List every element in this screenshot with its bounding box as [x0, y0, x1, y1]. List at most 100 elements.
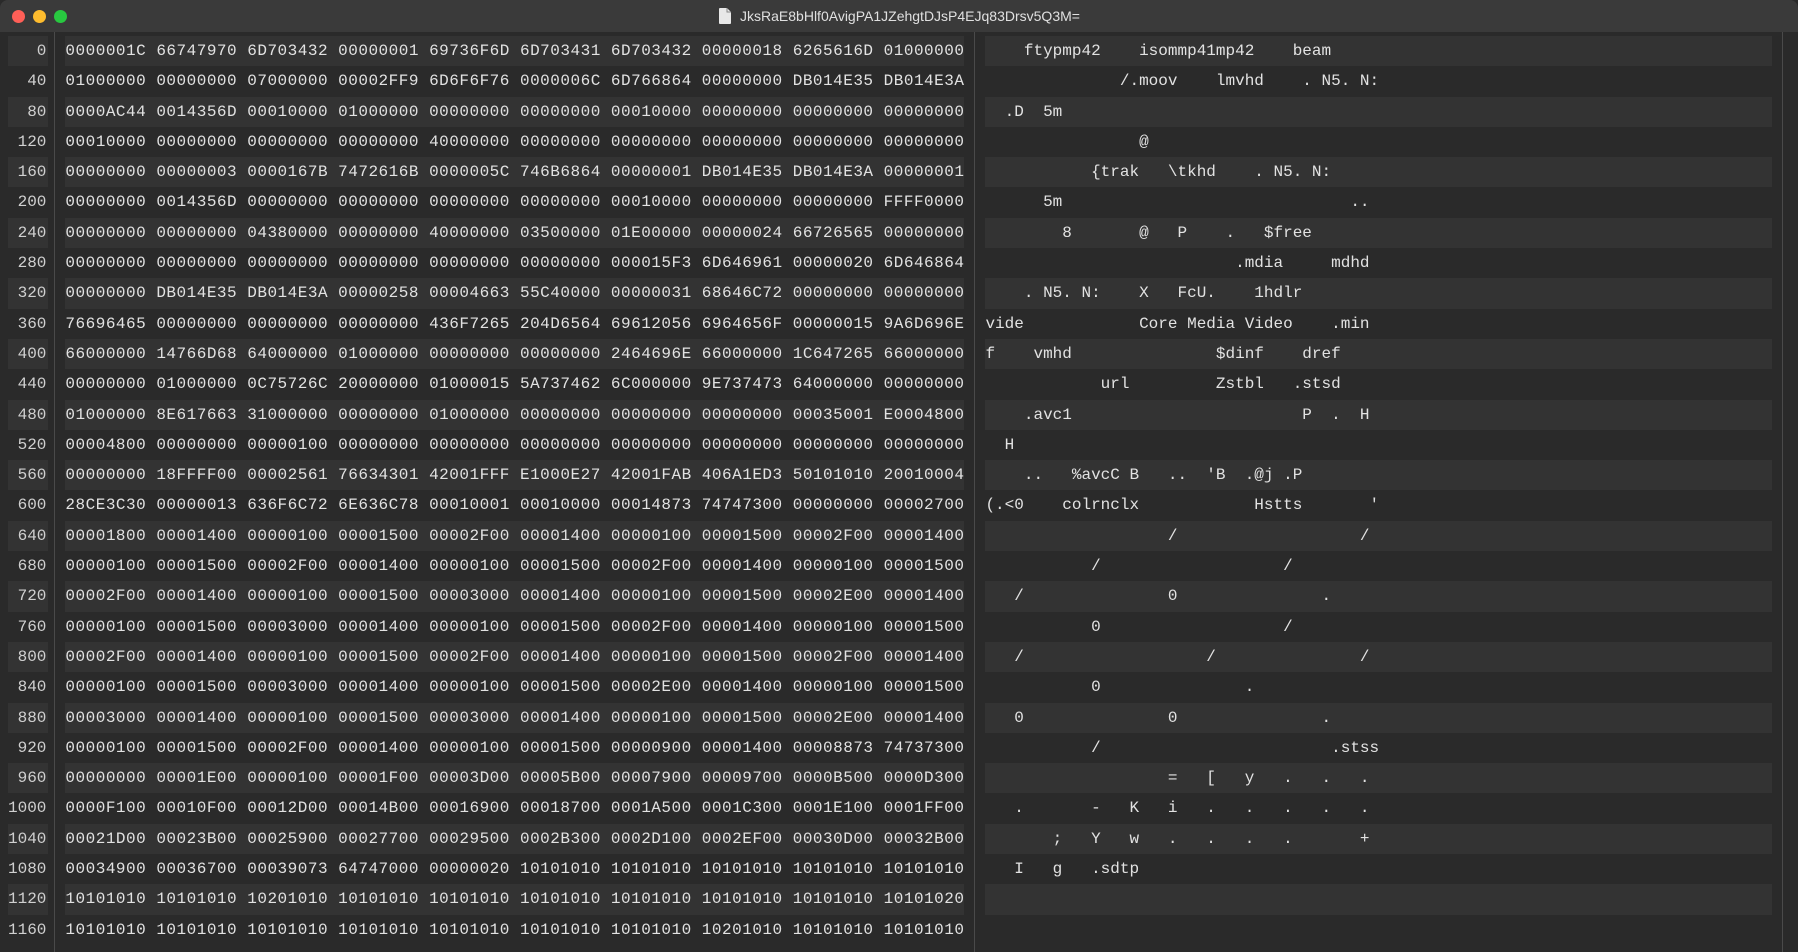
- ascii-row[interactable]: / .stss: [985, 733, 1772, 763]
- offset-cell: 1160: [8, 915, 48, 945]
- hex-row[interactable]: 00021D00 00023B00 00025900 00027700 0002…: [65, 824, 964, 854]
- title-center: JksRaE8bHlf0AvigPA1JZehgtDJsP4EJq83Drsv5…: [0, 8, 1798, 24]
- content-area: 0408012016020024028032036040044048052056…: [0, 32, 1798, 952]
- hex-row[interactable]: 0000001C 66747970 6D703432 00000001 6973…: [65, 36, 964, 66]
- offset-cell: 400: [8, 339, 48, 369]
- hex-row[interactable]: 00000000 00000000 00000000 00000000 0000…: [65, 248, 964, 278]
- hex-row[interactable]: 76696465 00000000 00000000 00000000 436F…: [65, 309, 964, 339]
- titlebar[interactable]: JksRaE8bHlf0AvigPA1JZehgtDJsP4EJq83Drsv5…: [0, 0, 1798, 32]
- ascii-row[interactable]: vide Core Media Video .min: [985, 309, 1772, 339]
- ascii-row[interactable]: / /: [985, 521, 1772, 551]
- hex-row[interactable]: 00003000 00001400 00000100 00001500 0000…: [65, 703, 964, 733]
- hex-row[interactable]: 00034900 00036700 00039073 64747000 0000…: [65, 854, 964, 884]
- ascii-row[interactable]: 0 .: [985, 672, 1772, 702]
- offset-cell: 440: [8, 369, 48, 399]
- offset-cell: 360: [8, 309, 48, 339]
- ascii-row[interactable]: [985, 915, 1772, 945]
- hex-row[interactable]: 0000AC44 0014356D 00010000 01000000 0000…: [65, 97, 964, 127]
- hex-row[interactable]: 28CE3C30 00000013 636F6C72 6E636C78 0001…: [65, 490, 964, 520]
- ascii-row[interactable]: ; Y w . . . . +: [985, 824, 1772, 854]
- hex-panel: 0408012016020024028032036040044048052056…: [0, 32, 975, 952]
- ascii-row[interactable]: . N5. N: X FcU. 1hdlr: [985, 278, 1772, 308]
- ascii-row[interactable]: (.<0 colrnclx Hstts ': [985, 490, 1772, 520]
- offset-cell: 680: [8, 551, 48, 581]
- offset-cell: 840: [8, 672, 48, 702]
- hex-row[interactable]: 01000000 00000000 07000000 00002FF9 6D6F…: [65, 66, 964, 96]
- ascii-row[interactable]: 0 0 .: [985, 703, 1772, 733]
- offset-column: 0408012016020024028032036040044048052056…: [0, 32, 55, 952]
- hex-row[interactable]: 00010000 00000000 00000000 00000000 4000…: [65, 127, 964, 157]
- ascii-row[interactable]: /.moov lmvhd . N5. N:: [985, 66, 1772, 96]
- ascii-row[interactable]: 8 @ P . $free: [985, 218, 1772, 248]
- offset-cell: 480: [8, 400, 48, 430]
- hex-row[interactable]: 00000000 01000000 0C75726C 20000000 0100…: [65, 369, 964, 399]
- hex-row[interactable]: 00000100 00001500 00003000 00001400 0000…: [65, 612, 964, 642]
- minimize-button[interactable]: [33, 10, 46, 23]
- hex-row[interactable]: 00000000 0014356D 00000000 00000000 0000…: [65, 187, 964, 217]
- offset-cell: 640: [8, 521, 48, 551]
- offset-cell: 880: [8, 703, 48, 733]
- hex-row[interactable]: 00000100 00001500 00002F00 00001400 0000…: [65, 551, 964, 581]
- offset-cell: 520: [8, 430, 48, 460]
- ascii-row[interactable]: 5m ..: [985, 187, 1772, 217]
- offset-cell: 240: [8, 218, 48, 248]
- ascii-row[interactable]: f vmhd $dinf dref: [985, 339, 1772, 369]
- hex-row[interactable]: 00000000 00000003 0000167B 7472616B 0000…: [65, 157, 964, 187]
- hex-column[interactable]: 0000001C 66747970 6D703432 00000001 6973…: [55, 32, 974, 952]
- ascii-row[interactable]: @: [985, 127, 1772, 157]
- hex-row[interactable]: 00000000 DB014E35 DB014E3A 00000258 0000…: [65, 278, 964, 308]
- ascii-row[interactable]: / 0 .: [985, 581, 1772, 611]
- ascii-row[interactable]: / /: [985, 551, 1772, 581]
- ascii-row[interactable]: ftypmp42 isommp41mp42 beam: [985, 36, 1772, 66]
- window-title: JksRaE8bHlf0AvigPA1JZehgtDJsP4EJq83Drsv5…: [740, 8, 1080, 24]
- offset-cell: 960: [8, 763, 48, 793]
- hex-row[interactable]: 00002F00 00001400 00000100 00001500 0000…: [65, 642, 964, 672]
- hex-row[interactable]: 00000100 00001500 00002F00 00001400 0000…: [65, 733, 964, 763]
- ascii-row[interactable]: [985, 884, 1772, 914]
- offset-cell: 320: [8, 278, 48, 308]
- app-window: JksRaE8bHlf0AvigPA1JZehgtDJsP4EJq83Drsv5…: [0, 0, 1798, 952]
- ascii-row[interactable]: H: [985, 430, 1772, 460]
- offset-cell: 200: [8, 187, 48, 217]
- offset-cell: 40: [8, 66, 48, 96]
- hex-row[interactable]: 00001800 00001400 00000100 00001500 0000…: [65, 521, 964, 551]
- offset-cell: 1080: [8, 854, 48, 884]
- offset-cell: 920: [8, 733, 48, 763]
- hex-row[interactable]: 00004800 00000000 00000100 00000000 0000…: [65, 430, 964, 460]
- ascii-row[interactable]: .avc1 P . H: [985, 400, 1772, 430]
- hex-row[interactable]: 00002F00 00001400 00000100 00001500 0000…: [65, 581, 964, 611]
- offset-cell: 0: [8, 36, 48, 66]
- ascii-row[interactable]: 0 /: [985, 612, 1772, 642]
- vertical-scrollbar[interactable]: [1782, 32, 1798, 952]
- hex-row[interactable]: 10101010 10101010 10201010 10101010 1010…: [65, 884, 964, 914]
- offset-cell: 1040: [8, 824, 48, 854]
- ascii-row[interactable]: {trak \tkhd . N5. N:: [985, 157, 1772, 187]
- ascii-row[interactable]: = [ y . . .: [985, 763, 1772, 793]
- offset-cell: 720: [8, 581, 48, 611]
- offset-cell: 760: [8, 612, 48, 642]
- close-button[interactable]: [12, 10, 25, 23]
- offset-cell: 560: [8, 460, 48, 490]
- ascii-row[interactable]: .. %avcC B .. 'B .@j .P: [985, 460, 1772, 490]
- hex-row[interactable]: 66000000 14766D68 64000000 01000000 0000…: [65, 339, 964, 369]
- hex-row[interactable]: 01000000 8E617663 31000000 00000000 0100…: [65, 400, 964, 430]
- ascii-panel[interactable]: ftypmp42 isommp41mp42 beam /.moov lmvhd …: [975, 32, 1782, 952]
- ascii-row[interactable]: . - K i . . . . .: [985, 793, 1772, 823]
- ascii-row[interactable]: .mdia mdhd: [985, 248, 1772, 278]
- hex-row[interactable]: 0000F100 00010F00 00012D00 00014B00 0001…: [65, 793, 964, 823]
- window-controls: [12, 10, 67, 23]
- ascii-row[interactable]: url Zstbl .stsd: [985, 369, 1772, 399]
- hex-row[interactable]: 00000100 00001500 00003000 00001400 0000…: [65, 672, 964, 702]
- maximize-button[interactable]: [54, 10, 67, 23]
- hex-row[interactable]: 00000000 00000000 04380000 00000000 4000…: [65, 218, 964, 248]
- hex-row[interactable]: 00000000 00001E00 00000100 00001F00 0000…: [65, 763, 964, 793]
- offset-cell: 80: [8, 97, 48, 127]
- ascii-row[interactable]: I g .sdtp: [985, 854, 1772, 884]
- offset-cell: 600: [8, 490, 48, 520]
- offset-cell: 120: [8, 127, 48, 157]
- hex-row[interactable]: 10101010 10101010 10101010 10101010 1010…: [65, 915, 964, 945]
- ascii-row[interactable]: / / /: [985, 642, 1772, 672]
- hex-row[interactable]: 00000000 18FFFF00 00002561 76634301 4200…: [65, 460, 964, 490]
- offset-cell: 1000: [8, 793, 48, 823]
- ascii-row[interactable]: .D 5m: [985, 97, 1772, 127]
